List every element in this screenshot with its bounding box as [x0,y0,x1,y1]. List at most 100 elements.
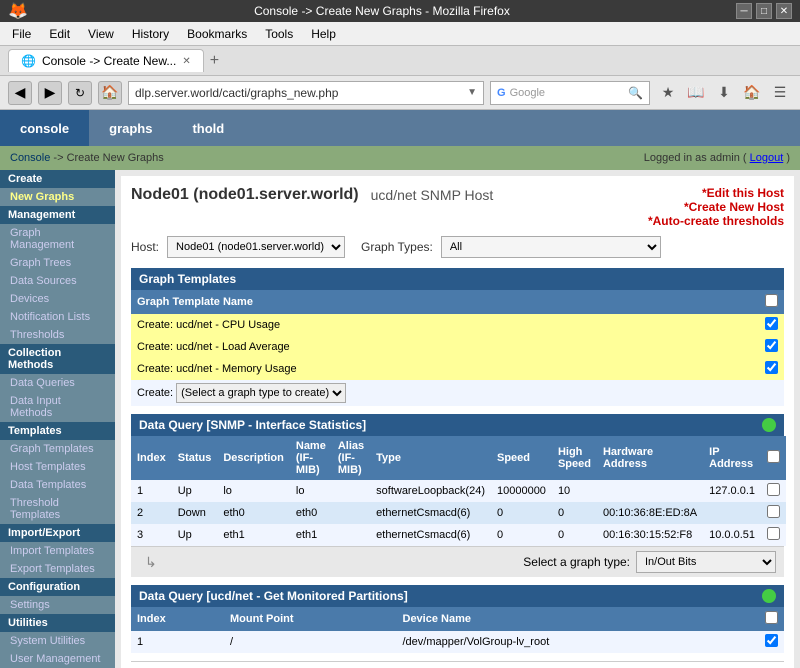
edit-host-link[interactable]: *Edit this Host [648,186,784,200]
new-tab-btn[interactable]: + [206,52,223,70]
refresh-btn[interactable]: ↻ [68,81,92,105]
create-select[interactable]: (Select a graph type to create) [176,383,346,403]
sidebar-item-settings[interactable]: Settings [0,596,115,614]
sidebar-item-graph-trees[interactable]: Graph Trees [0,254,115,272]
sidebar-item-data-input-methods[interactable]: Data Input Methods [0,392,115,422]
dq1-row2-desc: eth0 [217,502,290,524]
table-row: Create: ucd/net - CPU Usage [131,314,784,336]
menu-edit[interactable]: Edit [41,25,78,43]
graph-types-label: Graph Types: [361,240,433,254]
table-row: 2 Down eth0 eth0 ethernetCsmacd(6) 0 0 0… [131,502,786,524]
green-status-dot [762,418,776,432]
sidebar-item-user-management[interactable]: User Management [0,650,115,668]
sidebar-item-data-sources[interactable]: Data Sources [0,272,115,290]
sidebar-item-thresholds[interactable]: Thresholds [0,326,115,344]
tab-close-btn[interactable]: ✕ [182,56,190,67]
data-query-section-2: Data Query [ucd/net - Get Monitored Part… [131,585,784,653]
menu-history[interactable]: History [124,25,177,43]
home-icon[interactable]: 🏠 [740,81,764,105]
search-icon[interactable]: 🔍 [628,86,643,100]
menu-view[interactable]: View [80,25,122,43]
sidebar-item-graph-management[interactable]: Graph Management [0,224,115,254]
table-row: 1 / /dev/mapper/VolGroup-lv_root [131,631,784,653]
breadcrumb-current: Create New Graphs [67,152,164,164]
dq1-row2-checkbox[interactable] [767,505,780,518]
menu-bookmarks[interactable]: Bookmarks [179,25,255,43]
menu-icon[interactable]: ☰ [768,81,792,105]
host-select[interactable]: Node01 (node01.server.world) [167,236,345,258]
browser-tab-active[interactable]: 🌐 Console -> Create New... ✕ [8,49,204,72]
dq1-row1-speed: 10000000 [491,480,552,502]
google-icon: G [497,87,506,99]
dq1-table: Index Status Description Name (IF-MIB) A… [131,436,786,546]
search-box[interactable]: G Google 🔍 [490,81,650,105]
dq1-row2-status: Down [172,502,218,524]
menu-tools[interactable]: Tools [257,25,301,43]
close-btn[interactable]: ✕ [776,3,792,19]
dq2-row1-checkbox[interactable] [765,634,778,647]
table-row: Create: ucd/net - Memory Usage [131,358,784,380]
sidebar-item-import-templates[interactable]: Import Templates [0,542,115,560]
green-status-dot-2 [762,589,776,603]
logout-link[interactable]: Logout [750,152,784,164]
search-placeholder: Google [510,87,545,99]
sidebar-section-templates: Templates [0,422,115,440]
dq1-select-all[interactable] [767,450,780,463]
forward-btn[interactable]: ▶ [38,81,62,105]
dq1-row3-ip: 10.0.0.51 [703,524,761,546]
content-inner: Node01 (node01.server.world) ucd/net SNM… [121,176,794,668]
title-bar: 🦊 Console -> Create New Graphs - Mozilla… [0,0,800,22]
dq2-table: Index Mount Point Device Name 1 / /dev/m… [131,607,784,653]
menu-help[interactable]: Help [303,25,344,43]
dq1-row3-name: eth1 [290,524,332,546]
nav-tab-graphs[interactable]: graphs [89,110,172,146]
gt-checkbox-2[interactable] [765,339,778,352]
create-new-host-link[interactable]: *Create New Host [648,200,784,214]
dq1-row1-name: lo [290,480,332,502]
sidebar-item-new-graphs[interactable]: New Graphs [0,188,115,206]
sidebar-item-data-templates[interactable]: Data Templates [0,476,115,494]
sidebar-item-host-templates[interactable]: Host Templates [0,458,115,476]
dq1-row1-checkbox[interactable] [767,483,780,496]
auto-create-thresholds-link[interactable]: *Auto-create thresholds [648,214,784,228]
gt-row-label-1: Create: ucd/net - CPU Usage [131,314,759,336]
sidebar-item-system-utilities[interactable]: System Utilities [0,632,115,650]
dq1-row1-status: Up [172,480,218,502]
select-all-checkbox[interactable] [765,294,778,307]
minimize-btn[interactable]: ─ [736,3,752,19]
gt-row-label-3: Create: ucd/net - Memory Usage [131,358,759,380]
download-icon[interactable]: ⬇ [712,81,736,105]
nav-tab-thold[interactable]: thold [172,110,244,146]
dq2-table-header: Index Mount Point Device Name [131,607,784,631]
gt-checkbox-1[interactable] [765,317,778,330]
sidebar-section-utilities: Utilities [0,614,115,632]
bookmark-icon[interactable]: 📖 [684,81,708,105]
dq2-header: Data Query [ucd/net - Get Monitored Part… [131,585,784,607]
col-high-speed: High Speed [552,436,597,480]
gt-checkbox-3[interactable] [765,361,778,374]
gt-row-check-4 [759,380,784,406]
sidebar-item-notification-lists[interactable]: Notification Lists [0,308,115,326]
sidebar-item-graph-templates[interactable]: Graph Templates [0,440,115,458]
dq2-select-all[interactable] [765,611,778,624]
dq1-row3-speed: 0 [491,524,552,546]
sidebar-item-data-queries[interactable]: Data Queries [0,374,115,392]
graph-types-select[interactable]: All [441,236,661,258]
url-dropdown-arrow[interactable]: ▼ [467,87,477,98]
home-btn[interactable]: 🏠 [98,81,122,105]
graph-templates-table: Graph Template Name Create: ucd/net - CP… [131,290,784,406]
dq1-row3-checkbox[interactable] [767,527,780,540]
menu-file[interactable]: File [4,25,39,43]
dq1-row1-high-speed: 10 [552,480,597,502]
sidebar-item-export-templates[interactable]: Export Templates [0,560,115,578]
breadcrumb-console[interactable]: Console [10,152,50,164]
sidebar-item-threshold-templates[interactable]: Threshold Templates [0,494,115,524]
nav-tab-console[interactable]: console [0,110,89,146]
star-icon[interactable]: ★ [656,81,680,105]
select-graph-type-select[interactable]: In/Out Bits [636,551,776,573]
back-btn[interactable]: ◀ [8,81,32,105]
sidebar: Create New Graphs Management Graph Manag… [0,170,115,668]
url-box[interactable]: dlp.server.world/cacti/graphs_new.php ▼ [128,81,484,105]
maximize-btn[interactable]: □ [756,3,772,19]
sidebar-item-devices[interactable]: Devices [0,290,115,308]
